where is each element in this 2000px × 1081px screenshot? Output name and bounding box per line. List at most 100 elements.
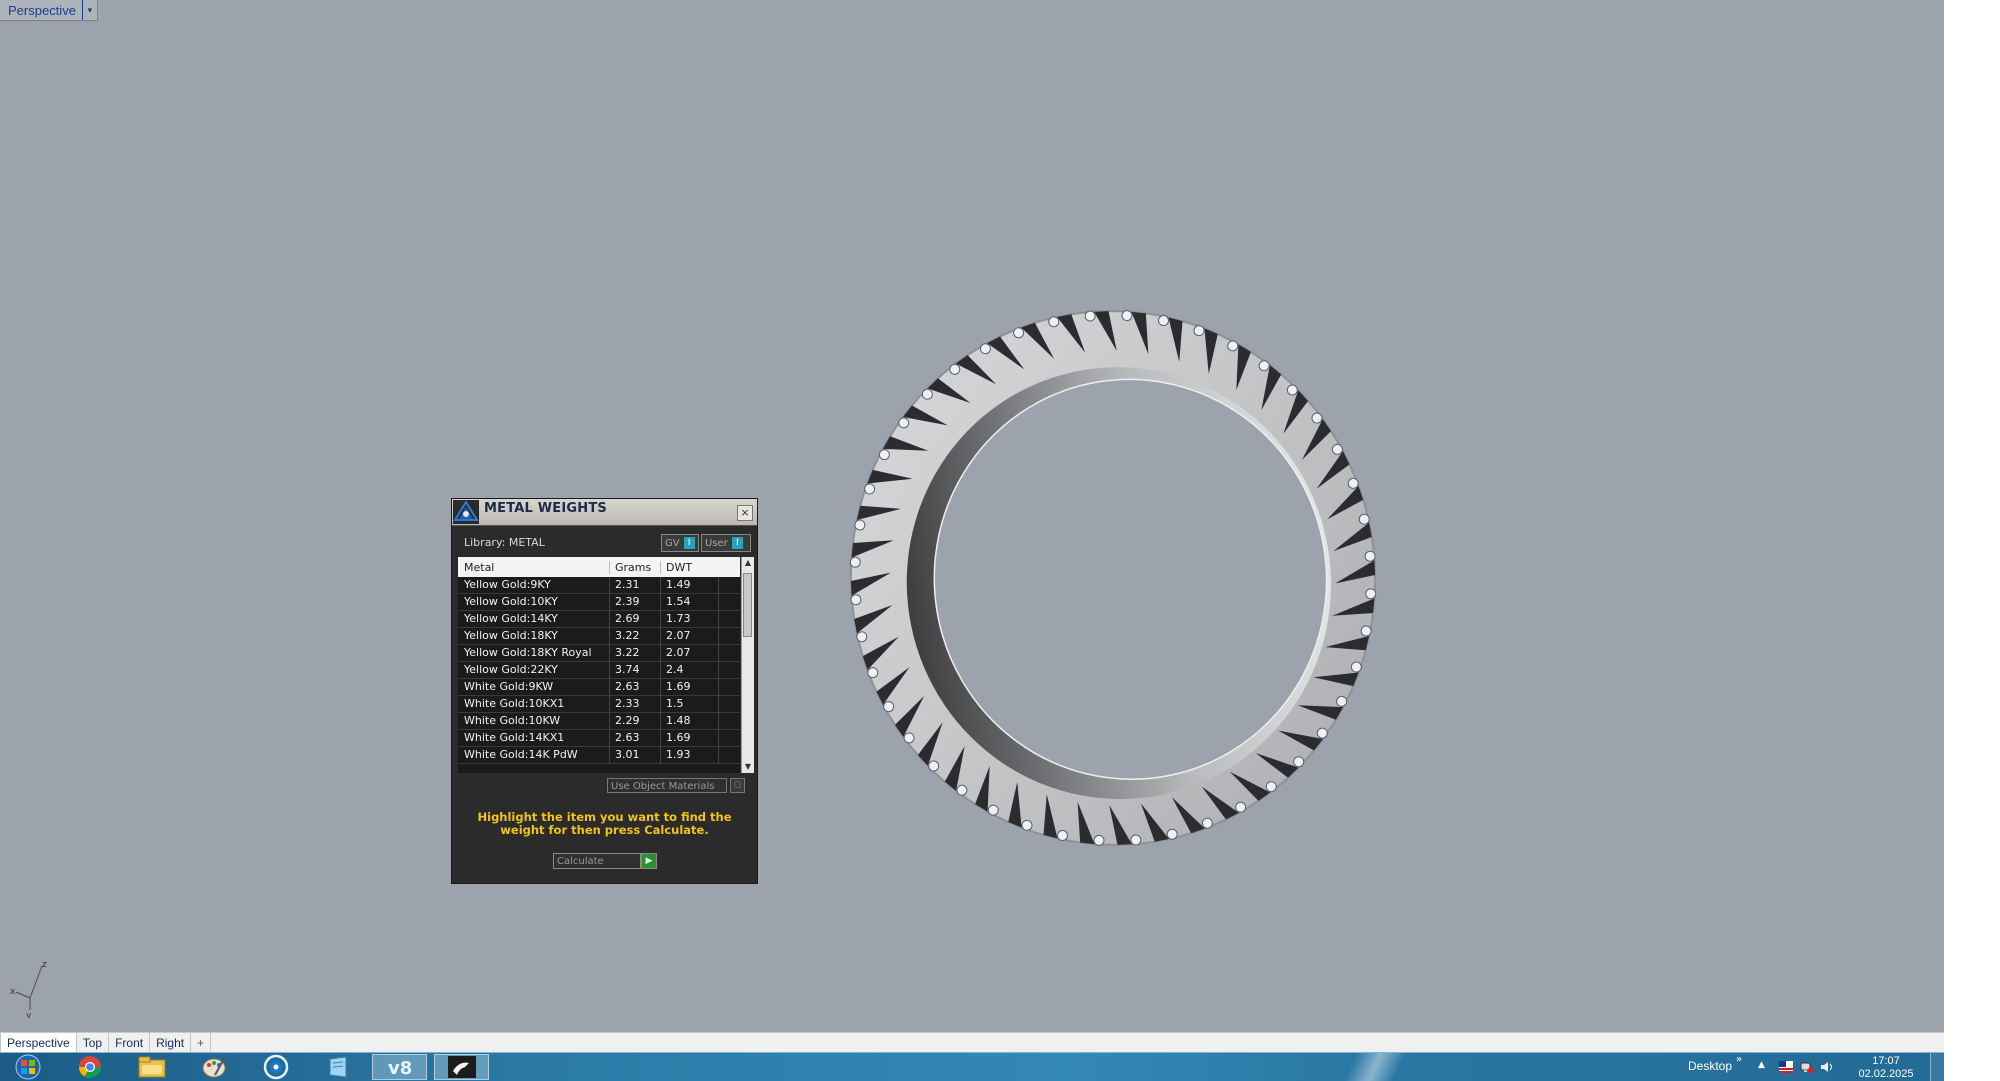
grams-cell: 2.29 [610,712,661,730]
axis-x-label: x [10,987,16,997]
close-button[interactable]: × [737,505,753,521]
volume-icon[interactable] [1820,1061,1834,1073]
metal-table: Metal Grams DWT Yellow Gold:9KY 2.31 1.49 Y… [458,557,740,773]
grams-cell: 2.33 [610,695,661,713]
user-toggle-label: User [705,537,728,549]
grams-cell: 2.69 [610,610,661,628]
show-desktop-button[interactable] [1930,1053,1945,1081]
perspective-viewport[interactable]: Perspective ▾ z x y METAL WEIGHTS × Libr… [0,0,1944,1032]
metal-cell: Yellow Gold:18KY Royal [458,644,610,662]
toggle-knob-icon: I [683,537,695,549]
paint-icon[interactable] [186,1054,241,1080]
ring-model[interactable] [0,0,1944,1032]
use-object-materials-field[interactable]: Use Object Materials [607,778,727,793]
table-scrollbar[interactable]: ▲ ▼ [741,557,754,773]
metal-weights-dialog: METAL WEIGHTS × Library: METAL GV I User… [451,498,758,884]
grams-cell: 3.22 [610,644,661,662]
metal-cell: Yellow Gold:22KY [458,661,610,679]
system-clock[interactable]: 17:07 02.02.2025 [1856,1055,1916,1081]
dwt-cell: 2.07 [661,644,719,662]
table-header: Metal Grams DWT [458,557,740,577]
axis-z-label: z [42,960,47,970]
gv-toggle-label: GV [665,537,680,549]
metal-cell: Yellow Gold:9KY [458,576,610,594]
table-row[interactable]: White Gold:10KX1 2.33 1.5 [458,695,740,713]
grams-cell: 2.63 [610,678,661,696]
dwt-cell: 2.07 [661,627,719,645]
matrix-icon[interactable] [434,1054,489,1080]
table-row[interactable]: White Gold:9KW 2.63 1.69 [458,678,740,696]
metal-cell: White Gold:14K PdW [458,746,610,764]
library-label: Library: METAL [464,536,545,549]
table-row[interactable]: White Gold:14KX1 2.63 1.69 [458,729,740,747]
scroll-thumb[interactable] [743,573,752,637]
column-header-metal[interactable]: Metal [458,560,610,574]
dwt-cell: 1.69 [661,678,719,696]
show-hidden-icons-icon[interactable]: ▲ [1758,1060,1765,1070]
svg-text:v8: v8 [388,1058,412,1079]
table-row[interactable]: Yellow Gold:18KY Royal 3.22 2.07 [458,644,740,662]
tab-front[interactable]: Front [109,1033,151,1053]
user-toggle[interactable]: User I [701,534,751,552]
metal-cell: White Gold:10KX1 [458,695,610,713]
calculate-button[interactable]: ▶ [641,853,657,869]
table-row-partial[interactable] [458,764,740,773]
metal-cell: Yellow Gold:18KY [458,627,610,645]
table-row[interactable]: Yellow Gold:9KY 2.31 1.49 [458,576,740,594]
desktop-toolbar-label[interactable]: Desktop [1688,1059,1732,1073]
gv-toggle[interactable]: GV I [661,534,699,552]
tab-perspective[interactable]: Perspective [0,1033,77,1053]
axis-y-label: y [26,1011,32,1018]
metal-cell: Yellow Gold:14KY [458,610,610,628]
add-viewport-tab-button[interactable]: + [191,1033,212,1053]
ring-shape [849,310,1377,846]
table-row[interactable]: White Gold:14K PdW 3.01 1.93 [458,746,740,764]
clock-date: 02.02.2025 [1858,1068,1914,1080]
calculate-field[interactable]: Calculate [553,853,641,869]
metal-cell: Yellow Gold:10KY [458,593,610,611]
table-row[interactable]: Yellow Gold:18KY 3.22 2.07 [458,627,740,645]
toggle-knob-icon: I [731,537,743,549]
table-row[interactable]: Yellow Gold:10KY 2.39 1.54 [458,593,740,611]
dwt-cell: 1.49 [661,576,719,594]
column-header-grams[interactable]: Grams [610,560,661,574]
table-row[interactable]: White Gold:10KW 2.29 1.48 [458,712,740,730]
table-row[interactable]: Yellow Gold:22KY 3.74 2.4 [458,661,740,679]
clock-time: 17:07 [1872,1055,1900,1067]
taskbar-highlight [1320,1053,1430,1081]
grams-cell: 2.39 [610,593,661,611]
rhino-v8-icon[interactable]: v8 [372,1054,427,1080]
dialog-title-bar[interactable]: METAL WEIGHTS × [452,499,757,526]
dwt-cell: 1.48 [661,712,719,730]
table-row[interactable]: Yellow Gold:14KY 2.69 1.73 [458,610,740,628]
tab-top[interactable]: Top [77,1033,110,1053]
dwt-cell: 1.69 [661,729,719,747]
matrix-logo-icon [453,500,479,524]
grams-cell: 2.31 [610,576,661,594]
dwt-cell: 1.5 [661,695,719,713]
start-orb-icon[interactable] [6,1054,50,1080]
taskbar: v8 Desktop » ▲ 17:07 02.02.2025 [0,1052,1945,1081]
toolbar-chevron-icon[interactable]: » [1736,1054,1742,1065]
use-object-materials-checkbox[interactable]: ○ [730,778,745,793]
tab-right[interactable]: Right [150,1033,192,1053]
chrome-icon[interactable] [62,1054,117,1080]
table-body: Yellow Gold:9KY 2.31 1.49 Yellow Gold:10KY 2… [458,576,740,773]
column-header-dwt[interactable]: DWT [661,561,719,574]
viewport-tabs: Perspective Top Front Right + [0,1032,1944,1053]
scroll-down-icon[interactable]: ▼ [742,761,754,773]
app-icon[interactable] [248,1054,303,1080]
metal-cell: White Gold:14KX1 [458,729,610,747]
scroll-up-icon[interactable]: ▲ [742,557,754,569]
notepad-icon[interactable] [310,1054,365,1080]
language-flag-icon[interactable] [1779,1061,1793,1073]
dwt-cell: 1.93 [661,746,719,764]
dwt-cell: 2.4 [661,661,719,679]
dialog-title: METAL WEIGHTS [484,501,607,516]
network-icon[interactable] [1800,1061,1814,1073]
grams-cell: 3.22 [610,627,661,645]
window-edge [1944,0,2000,1080]
grams-cell: 3.74 [610,661,661,679]
file-explorer-icon[interactable] [124,1054,179,1080]
instruction-text: Highlight the item you want to find the … [477,810,732,837]
